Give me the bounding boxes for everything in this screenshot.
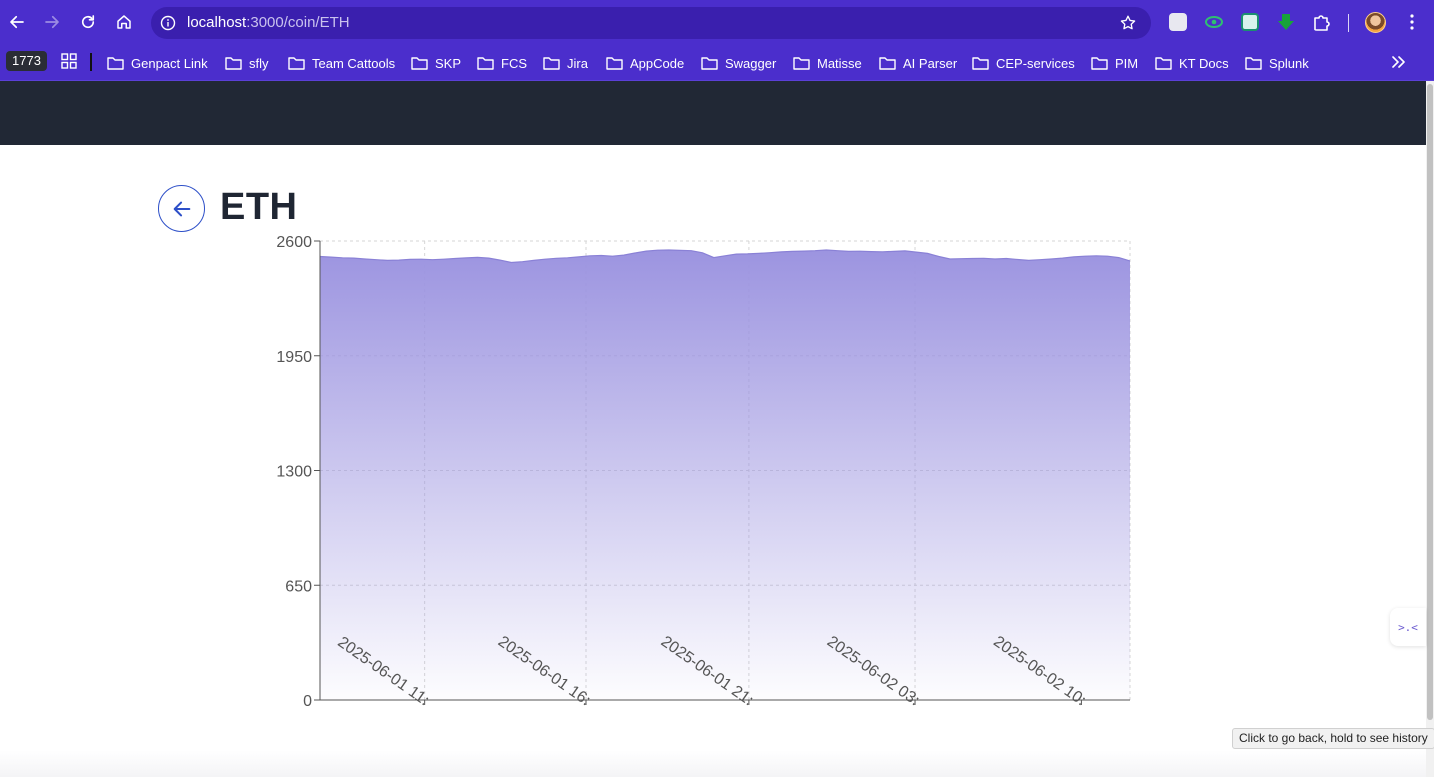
chart-y-tick-label: 2600 <box>276 234 312 251</box>
home-icon[interactable] <box>112 10 136 34</box>
folder-icon <box>793 57 810 70</box>
bookmark-item[interactable]: AppCode <box>606 51 684 75</box>
bookmark-item[interactable]: sfly <box>225 51 269 75</box>
toolbar-divider <box>1348 14 1349 32</box>
page-title: ETH <box>220 186 298 228</box>
bookmark-label: PIM <box>1115 55 1139 71</box>
url-text[interactable]: localhost:3000/coin/ETH <box>187 14 350 31</box>
url-host: localhost <box>187 14 247 31</box>
bookmarks-divider <box>90 53 92 71</box>
chart-y-tick-label: 1300 <box>276 464 312 481</box>
forward-arrow-icon[interactable] <box>40 10 64 34</box>
page-scrollbar-thumb[interactable] <box>1427 84 1433 720</box>
folder-icon <box>225 57 242 70</box>
chevron-double-right-icon[interactable] <box>1390 54 1406 70</box>
bookmark-item[interactable]: Splunk <box>1245 51 1309 75</box>
address-bar[interactable]: localhost:3000/coin/ETH <box>151 7 1151 39</box>
bookmark-label: Swagger <box>725 55 777 71</box>
bookmark-label: Team Cattools <box>312 55 396 71</box>
reload-icon[interactable] <box>76 10 100 34</box>
extension-download-icon[interactable] <box>1277 13 1295 31</box>
bookmark-count-badge[interactable]: 1773 <box>6 51 47 71</box>
side-widget-glyph: >.< <box>1398 620 1418 634</box>
bookmark-item[interactable]: Genpact Link <box>107 51 208 75</box>
folder-icon <box>972 57 989 70</box>
chart-y-tick-label: 1950 <box>276 349 312 366</box>
bookmark-label: SKP <box>435 55 462 71</box>
bookmark-label: Jira <box>567 55 588 71</box>
folder-icon <box>701 57 718 70</box>
browser-toolbar: localhost:3000/coin/ETH <box>0 0 1434 45</box>
bookmark-label: Genpact Link <box>131 55 208 71</box>
chart-y-axis-ticks: 2600 1950 1300 650 0 <box>276 234 320 710</box>
folder-icon <box>1155 57 1172 70</box>
price-area-chart: 2600195013006500 2025-06-01 11: 2025-06-0… <box>276 234 1131 710</box>
chart-y-tick-label: 0 <box>303 693 312 710</box>
bookmarks-bar: 1773 Genpact Link sfly Team Cattools SKP FCS… <box>0 45 1434 81</box>
bookmark-label: CEP-services <box>996 55 1075 71</box>
folder-icon <box>1245 57 1262 70</box>
folder-icon <box>879 57 896 70</box>
side-widget-button[interactable]: >.< <box>1390 608 1426 646</box>
bookmark-label: sfly <box>249 55 269 71</box>
folder-icon <box>1091 57 1108 70</box>
folder-icon <box>477 57 494 70</box>
bookmark-label: FCS <box>501 55 527 71</box>
info-icon[interactable] <box>160 15 176 31</box>
bookmark-item[interactable]: FCS <box>477 51 527 75</box>
back-arrow-icon[interactable] <box>5 10 29 34</box>
kebab-menu-icon[interactable] <box>1403 13 1421 31</box>
bookmark-item[interactable]: PIM <box>1091 51 1138 75</box>
extension-terminal-icon[interactable] <box>1169 13 1187 31</box>
folder-icon <box>411 57 428 70</box>
back-button[interactable] <box>158 185 205 232</box>
extension-clipboard-icon[interactable] <box>1241 13 1259 31</box>
folder-icon <box>606 57 623 70</box>
puzzle-icon[interactable] <box>1313 13 1331 31</box>
apps-grid-icon[interactable] <box>61 53 77 69</box>
bookmark-item[interactable]: Swagger <box>701 51 776 75</box>
bookmark-item[interactable]: AI Parser <box>879 51 957 75</box>
profile-avatar[interactable] <box>1365 12 1386 33</box>
bookmark-item[interactable]: Team Cattools <box>288 51 395 75</box>
bookmark-label: AppCode <box>630 55 685 71</box>
back-button-tooltip: Click to go back, hold to see history <box>1232 728 1434 749</box>
bookmark-label: AI Parser <box>903 55 958 71</box>
chart-y-tick-label: 650 <box>285 578 312 595</box>
chart-series-area <box>320 250 1130 700</box>
bookmark-item[interactable]: CEP-services <box>972 51 1075 75</box>
folder-icon <box>107 57 124 70</box>
bookmark-item[interactable]: Jira <box>543 51 588 75</box>
bookmark-item[interactable]: KT Docs <box>1155 51 1229 75</box>
arrow-left-icon <box>173 201 190 216</box>
bookmark-label: Matisse <box>817 55 862 71</box>
star-icon[interactable] <box>1119 14 1137 32</box>
folder-icon <box>288 57 305 70</box>
app-navbar <box>0 81 1426 145</box>
bookmark-label: Splunk <box>1269 55 1309 71</box>
folder-icon <box>543 57 560 70</box>
bookmark-item[interactable]: SKP <box>411 51 461 75</box>
extension-eye-icon[interactable] <box>1205 13 1223 31</box>
bookmark-label: KT Docs <box>1179 55 1229 71</box>
page-footer-shade <box>0 750 1426 777</box>
bookmark-item[interactable]: Matisse <box>793 51 862 75</box>
url-path: :3000/coin/ETH <box>246 14 350 31</box>
